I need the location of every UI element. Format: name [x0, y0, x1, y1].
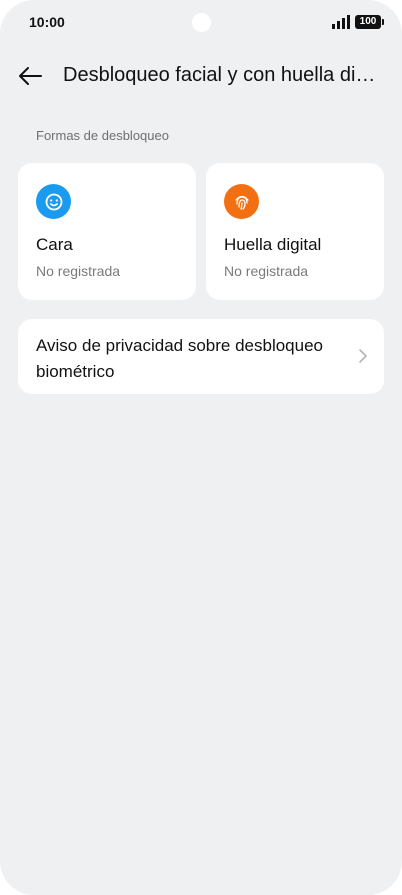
face-icon [36, 184, 71, 219]
back-arrow-icon [19, 67, 42, 85]
face-card-status: No registrada [36, 263, 121, 279]
back-button[interactable] [14, 60, 46, 92]
signal-icon [332, 15, 350, 29]
face-card-title: Cara [36, 235, 73, 254]
status-time: 10:00 [29, 14, 65, 30]
battery-icon: 100 [355, 15, 384, 29]
fingerprint-card-title: Huella digital [224, 235, 322, 254]
section-label: Formas de desbloqueo [36, 128, 169, 143]
privacy-notice-label: Aviso de privacidad sobre desbloqueo bio… [36, 336, 323, 381]
camera-cutout [192, 13, 211, 32]
phone-screen: 10:00 100 Desbloqueo facial y con huella… [0, 0, 402, 895]
fingerprint-unlock-card[interactable]: Huella digital No registrada [206, 163, 384, 300]
page-title: Desbloqueo facial y con huella digital [63, 64, 385, 86]
face-unlock-card[interactable]: Cara No registrada [18, 163, 196, 300]
header: Desbloqueo facial y con huella digital [0, 52, 402, 98]
fingerprint-card-status: No registrada [224, 263, 309, 279]
status-bar: 10:00 100 [0, 0, 402, 44]
biometric-privacy-notice-row[interactable]: Aviso de privacidad sobre desbloqueo bio… [18, 319, 384, 394]
fingerprint-icon [224, 184, 259, 219]
chevron-right-icon [359, 349, 367, 363]
